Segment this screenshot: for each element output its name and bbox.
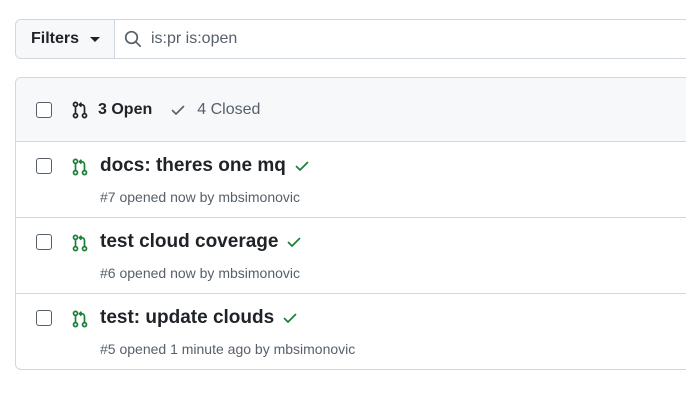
pull-request-meta: #7 opened now by mbsimonovic — [100, 189, 301, 205]
pull-request-title[interactable]: docs: theres one mq — [100, 155, 286, 177]
filter-bar: Filters is:pr is:open — [15, 19, 686, 59]
pull-request-meta: #5 opened 1 minute ago by mbsimonovic — [100, 341, 356, 357]
list-item: test cloud coverage #6 opened now by mbs… — [16, 218, 686, 294]
git-pull-request-icon — [72, 101, 88, 118]
select-all-checkbox[interactable] — [36, 101, 52, 118]
row-checkbox[interactable] — [36, 310, 52, 326]
open-count: 3 Open — [98, 100, 153, 118]
git-pull-request-icon — [72, 234, 88, 252]
check-icon[interactable] — [294, 158, 310, 174]
list-item: docs: theres one mq #7 opened now by mbs… — [16, 142, 686, 218]
pull-request-list: 3 Open 4 Closed docs: theres one mq #7 o… — [15, 77, 686, 370]
filters-button[interactable]: Filters — [16, 20, 115, 58]
list-header: 3 Open 4 Closed — [16, 78, 686, 142]
check-icon — [171, 105, 185, 115]
pull-request-title[interactable]: test: update clouds — [100, 307, 274, 329]
caret-down-icon — [90, 36, 101, 42]
check-icon[interactable] — [282, 310, 298, 326]
search-icon — [124, 30, 142, 48]
open-filter-tab[interactable]: 3 Open — [71, 101, 152, 119]
pull-request-meta: #6 opened now by mbsimonovic — [100, 265, 301, 281]
row-checkbox[interactable] — [36, 234, 52, 250]
search-query: is:pr is:open — [151, 30, 238, 47]
git-pull-request-icon — [72, 310, 88, 328]
closed-filter-tab[interactable]: 4 Closed — [170, 101, 260, 119]
check-icon[interactable] — [286, 234, 302, 250]
pull-request-title[interactable]: test cloud coverage — [100, 231, 278, 253]
closed-count: 4 Closed — [197, 100, 261, 118]
filters-label: Filters — [31, 30, 80, 47]
git-pull-request-icon — [72, 158, 88, 176]
list-item: test: update clouds #5 opened 1 minute a… — [16, 294, 686, 369]
search-input[interactable]: is:pr is:open — [115, 20, 686, 58]
row-checkbox[interactable] — [36, 158, 52, 174]
